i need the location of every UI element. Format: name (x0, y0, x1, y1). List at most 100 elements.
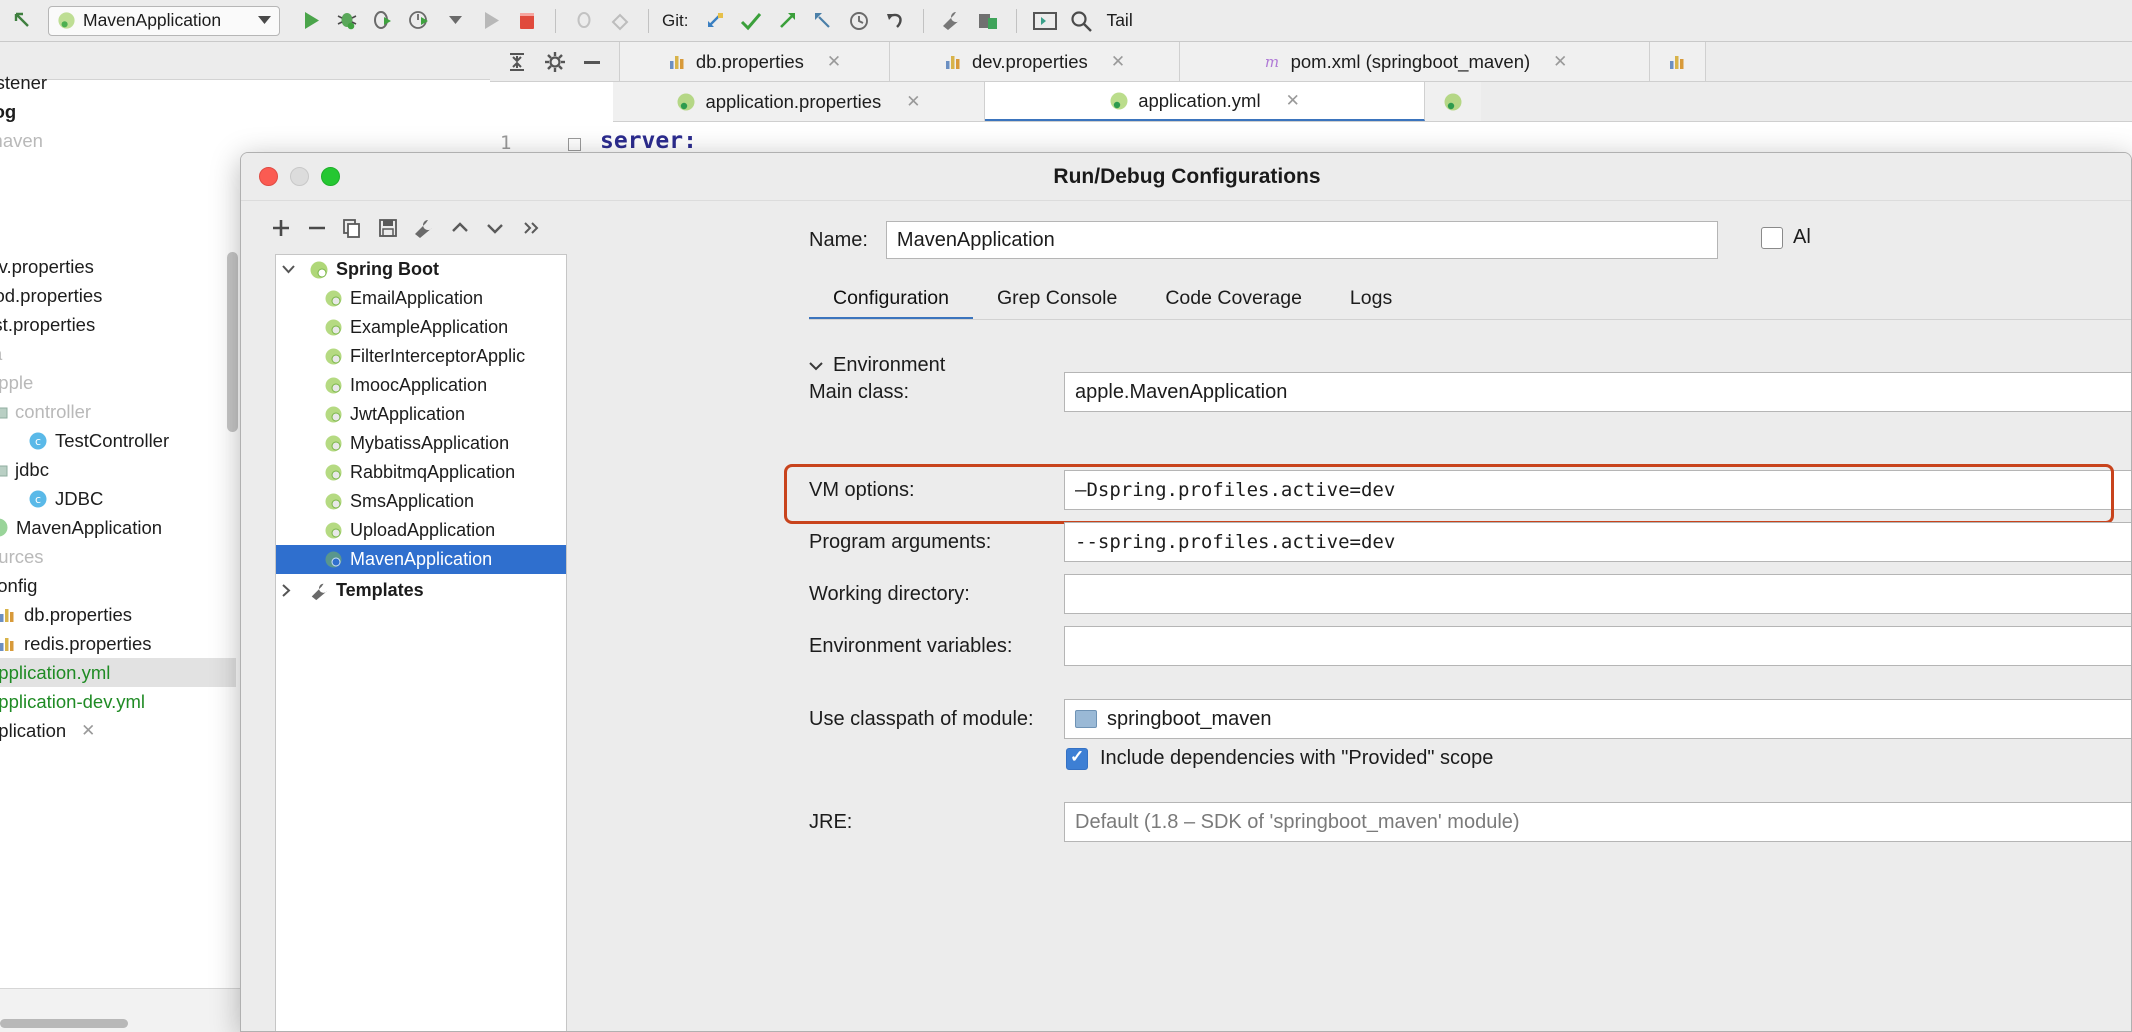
history-icon[interactable] (842, 5, 876, 37)
run-icon[interactable] (294, 5, 328, 37)
gear-icon[interactable] (544, 51, 566, 73)
include-dependencies-checkbox[interactable] (1066, 748, 1088, 770)
stop-icon[interactable] (510, 5, 544, 37)
list-item-application-dev-yml[interactable]: application-dev.yml (0, 687, 145, 716)
editor-tab-application-yml[interactable]: application.yml ✕ (985, 82, 1425, 121)
jre-select[interactable]: Default (1.8 – SDK of 'springboot_maven'… (1064, 802, 2132, 842)
run-with-coverage-icon[interactable] (366, 5, 400, 37)
working-directory-input[interactable] (1064, 574, 2132, 614)
database-icon[interactable] (971, 5, 1005, 37)
tree-item-rabbitmqapplication[interactable]: RabbitmqApplication (276, 458, 566, 487)
list-item-db-properties[interactable]: db.properties (0, 600, 132, 629)
vm-options-input[interactable]: –Dspring.profiles.active=dev (1064, 470, 2132, 510)
profile-dropdown-caret-icon[interactable] (438, 5, 472, 37)
tree-item-exampleapplication[interactable]: ExampleApplication (276, 313, 566, 342)
close-icon[interactable]: ✕ (1111, 52, 1125, 72)
close-icon[interactable]: ✕ (81, 721, 95, 741)
list-item[interactable]: t_log (0, 97, 16, 126)
terminal-icon[interactable] (1028, 5, 1062, 37)
include-dependencies-row[interactable]: Include dependencies with "Provided" sco… (1066, 747, 1493, 770)
run-configuration-selector[interactable]: MavenApplication (48, 6, 280, 36)
tree-item-imoocapplication[interactable]: ImoocApplication (276, 371, 566, 400)
allow-parallel-checkbox[interactable] (1761, 227, 1783, 249)
list-item[interactable]: ources (0, 542, 44, 571)
main-class-input[interactable]: apple.MavenApplication (1064, 372, 2132, 412)
git-commit-icon[interactable] (734, 5, 768, 37)
code-fold-toggle[interactable] (568, 138, 581, 151)
allow-parallel-run-row[interactable]: Al (1761, 226, 1811, 249)
list-item[interactable]: apple (0, 368, 33, 397)
git-push-icon[interactable] (770, 5, 804, 37)
close-icon[interactable]: ✕ (827, 52, 841, 72)
back-arrow-icon[interactable] (6, 5, 40, 37)
git-update-icon[interactable] (698, 5, 732, 37)
program-arguments-input[interactable]: --spring.profiles.active=dev (1064, 522, 2132, 562)
tail-label[interactable]: Tail (1106, 10, 1132, 31)
editor-tab-overflow2[interactable] (1425, 82, 1481, 121)
close-icon[interactable]: ✕ (1286, 91, 1300, 111)
editor-tab-overflow[interactable] (1650, 42, 1706, 81)
close-icon[interactable]: ✕ (1553, 52, 1567, 72)
list-item-jdbc[interactable]: jdbc (0, 455, 49, 484)
list-item-config[interactable]: config (0, 571, 37, 600)
more-icon[interactable] (513, 209, 549, 247)
editor-tab-db-properties[interactable]: db.properties ✕ (620, 42, 890, 81)
settings-wrench-icon[interactable] (935, 5, 969, 37)
profile-icon[interactable] (402, 5, 436, 37)
editor-tab-pom-xml[interactable]: m pom.xml (springboot_maven) ✕ (1180, 42, 1650, 81)
list-item-mavenapplication[interactable]: MavenApplication (0, 513, 162, 542)
save-icon[interactable] (370, 209, 406, 247)
copy-icon[interactable] (335, 209, 371, 247)
list-item[interactable]: prod.properties (0, 281, 102, 310)
collapse-all-icon[interactable] (507, 51, 527, 73)
tree-item-smsapplication[interactable]: SmsApplication (276, 487, 566, 516)
tree-item-mybatissapplication[interactable]: MybatissApplication (276, 429, 566, 458)
undo-icon[interactable] (878, 5, 912, 37)
list-item-application-yml[interactable]: application.yml (0, 658, 236, 687)
list-item-controller[interactable]: controller (0, 397, 91, 426)
remove-icon[interactable] (299, 209, 335, 247)
chevron-down-icon[interactable] (282, 265, 302, 274)
tab-configuration[interactable]: Configuration (809, 276, 973, 320)
tree-group-templates[interactable]: Templates (276, 576, 566, 605)
minimize-icon[interactable] (582, 58, 602, 66)
tree-item-uploadapplication[interactable]: UploadApplication (276, 516, 566, 545)
list-item-redis-properties[interactable]: redis.properties (0, 629, 152, 658)
list-item-testcontroller[interactable]: c TestController (26, 426, 169, 455)
classpath-module-select[interactable]: springboot_maven (1064, 699, 2132, 739)
list-item-jdbc-class[interactable]: c JDBC (26, 484, 103, 513)
environment-variables-input[interactable] (1064, 626, 2132, 666)
name-input[interactable]: MavenApplication (886, 221, 1718, 259)
tree-item-jwtapplication[interactable]: JwtApplication (276, 400, 566, 429)
list-item[interactable]: dev.properties (0, 252, 94, 281)
chevron-right-icon[interactable] (282, 584, 302, 597)
editor-tab-application-properties[interactable]: application.properties ✕ (613, 82, 985, 121)
tab-grep-console[interactable]: Grep Console (973, 276, 1141, 320)
project-horizontal-scrollbar[interactable] (0, 1019, 128, 1028)
add-icon[interactable] (263, 209, 299, 247)
tree-item-emailapplication[interactable]: EmailApplication (276, 284, 566, 313)
configurations-tree[interactable]: Spring Boot EmailApplication ExampleAppl… (275, 254, 567, 1032)
chevron-down-icon[interactable] (258, 16, 271, 25)
search-icon[interactable] (1064, 5, 1098, 37)
environment-section-toggle[interactable]: Environment (809, 354, 945, 377)
edit-templates-icon[interactable] (406, 209, 442, 247)
chevron-down-icon[interactable] (809, 361, 823, 371)
tab-code-coverage[interactable]: Code Coverage (1141, 276, 1326, 320)
project-vertical-scrollbar[interactable] (227, 252, 238, 432)
move-down-icon[interactable] (478, 209, 514, 247)
list-item[interactable]: a (0, 339, 2, 368)
git-rollback-icon[interactable] (806, 5, 840, 37)
tree-item-mavenapplication[interactable]: MavenApplication (276, 545, 566, 574)
list-item[interactable]: t_listener (0, 68, 47, 97)
tab-logs[interactable]: Logs (1326, 276, 1416, 320)
tree-group-spring-boot[interactable]: Spring Boot (276, 255, 566, 284)
list-item[interactable]: test.properties (0, 310, 95, 339)
bottom-tab-application[interactable]: pplication ✕ (0, 716, 95, 745)
list-item[interactable]: t_maven (0, 126, 43, 155)
editor-tab-dev-properties[interactable]: dev.properties ✕ (890, 42, 1180, 81)
move-up-icon[interactable] (442, 209, 478, 247)
close-icon[interactable]: ✕ (906, 92, 920, 112)
tree-item-filterinterceptorapplication[interactable]: FilterInterceptorApplic (276, 342, 566, 371)
debug-icon[interactable] (330, 5, 364, 37)
